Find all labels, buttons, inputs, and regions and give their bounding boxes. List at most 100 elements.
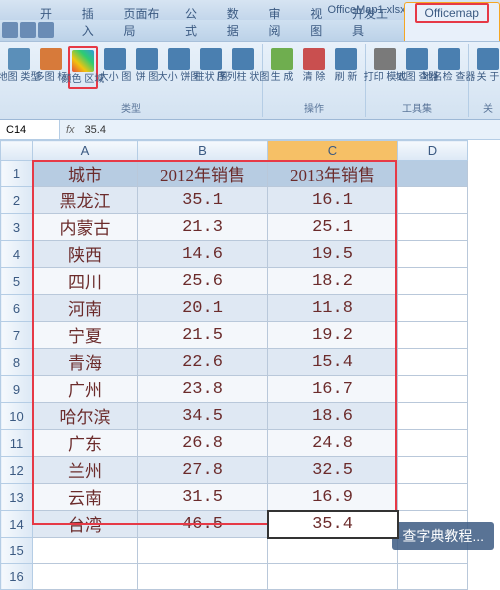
formula-value[interactable]: 35.4 [81, 124, 110, 136]
qat-redo-icon[interactable] [38, 22, 54, 38]
cell[interactable]: 云南 [33, 484, 138, 511]
cell[interactable]: 25.1 [268, 214, 398, 241]
cell[interactable]: 黑龙江 [33, 187, 138, 214]
column-header[interactable]: D [398, 141, 468, 161]
tab-开发工具[interactable]: 开发工具 [342, 2, 402, 41]
column-header[interactable]: A [33, 141, 138, 161]
column-header[interactable] [1, 141, 33, 161]
cell[interactable] [268, 564, 398, 590]
ribbon-button[interactable]: 大小 饼图 [164, 46, 194, 85]
tab-视图[interactable]: 视图 [300, 2, 340, 41]
row-header[interactable]: 7 [1, 322, 33, 349]
cell[interactable]: 27.8 [138, 457, 268, 484]
cell[interactable]: 23.8 [138, 376, 268, 403]
cell[interactable] [138, 538, 268, 564]
row-header[interactable]: 6 [1, 295, 33, 322]
cell[interactable]: 21.3 [138, 214, 268, 241]
cell[interactable]: 11.8 [268, 295, 398, 322]
cell[interactable] [398, 484, 468, 511]
row-header[interactable]: 3 [1, 214, 33, 241]
cell[interactable]: 青海 [33, 349, 138, 376]
cell[interactable]: 四川 [33, 268, 138, 295]
tab-审阅[interactable]: 审阅 [259, 2, 299, 41]
cell[interactable]: 22.6 [138, 349, 268, 376]
cell[interactable]: 广东 [33, 430, 138, 457]
cell[interactable]: 31.5 [138, 484, 268, 511]
fx-icon[interactable]: fx [60, 124, 81, 136]
row-header[interactable]: 4 [1, 241, 33, 268]
cell[interactable] [138, 564, 268, 590]
cell[interactable]: 46.5 [138, 511, 268, 538]
cell[interactable] [268, 538, 398, 564]
ribbon-button[interactable]: 大小 图 [100, 46, 130, 85]
cell[interactable]: 河南 [33, 295, 138, 322]
ribbon-button[interactable]: 关 于 [473, 46, 500, 85]
row-header[interactable]: 2 [1, 187, 33, 214]
cell[interactable] [398, 268, 468, 295]
tab-Officemap[interactable]: Officemap [404, 2, 500, 41]
cell[interactable]: 16.7 [268, 376, 398, 403]
cell[interactable]: 25.6 [138, 268, 268, 295]
cell[interactable]: 14.6 [138, 241, 268, 268]
cell[interactable]: 19.2 [268, 322, 398, 349]
cell[interactable]: 19.5 [268, 241, 398, 268]
ribbon-button[interactable]: 序列柱 状图 [228, 46, 258, 85]
cell[interactable]: 兰州 [33, 457, 138, 484]
cell[interactable]: 15.4 [268, 349, 398, 376]
cell[interactable] [398, 349, 468, 376]
ribbon-button[interactable]: 刷 新 [331, 46, 361, 85]
cell[interactable]: 宁夏 [33, 322, 138, 349]
cell[interactable]: 35.4 [268, 511, 398, 538]
cell[interactable]: 城市 [33, 161, 138, 187]
cell[interactable]: 16.1 [268, 187, 398, 214]
cell[interactable] [398, 214, 468, 241]
cell[interactable] [398, 457, 468, 484]
cell[interactable] [398, 322, 468, 349]
row-header[interactable]: 15 [1, 538, 33, 564]
row-header[interactable]: 12 [1, 457, 33, 484]
row-header[interactable]: 14 [1, 511, 33, 538]
row-header[interactable]: 1 [1, 161, 33, 187]
tab-公式[interactable]: 公式 [175, 2, 215, 41]
tab-数据[interactable]: 数据 [217, 2, 257, 41]
cell[interactable]: 哈尔滨 [33, 403, 138, 430]
cell[interactable] [398, 241, 468, 268]
cell[interactable]: 18.2 [268, 268, 398, 295]
cell[interactable]: 18.6 [268, 403, 398, 430]
qat-save-icon[interactable] [2, 22, 18, 38]
ribbon-button[interactable]: 清 除 [299, 46, 329, 85]
row-header[interactable]: 10 [1, 403, 33, 430]
cell[interactable] [398, 187, 468, 214]
cell[interactable]: 21.5 [138, 322, 268, 349]
cell[interactable] [33, 564, 138, 590]
row-header[interactable]: 11 [1, 430, 33, 457]
cell[interactable]: 广州 [33, 376, 138, 403]
cell[interactable] [398, 564, 468, 590]
cell[interactable]: 16.9 [268, 484, 398, 511]
row-header[interactable]: 8 [1, 349, 33, 376]
row-header[interactable]: 13 [1, 484, 33, 511]
ribbon-button[interactable]: 颜色 区域 [68, 46, 98, 89]
qat-undo-icon[interactable] [20, 22, 36, 38]
cell[interactable]: 32.5 [268, 457, 398, 484]
name-box[interactable]: C14 [0, 120, 60, 139]
ribbon-button[interactable]: 生 成 [267, 46, 297, 85]
cell[interactable] [33, 538, 138, 564]
cell[interactable] [398, 295, 468, 322]
cell[interactable] [398, 376, 468, 403]
ribbon-button[interactable]: 地图 类型 [4, 46, 34, 85]
row-header[interactable]: 16 [1, 564, 33, 590]
cell[interactable] [398, 403, 468, 430]
cell[interactable]: 24.8 [268, 430, 398, 457]
cell[interactable]: 2013年销售 [268, 161, 398, 187]
row-header[interactable]: 5 [1, 268, 33, 295]
cell[interactable]: 26.8 [138, 430, 268, 457]
cell[interactable]: 20.1 [138, 295, 268, 322]
cell[interactable]: 34.5 [138, 403, 268, 430]
cell[interactable] [398, 161, 468, 187]
cell[interactable]: 台湾 [33, 511, 138, 538]
tab-页面布局[interactable]: 页面布局 [114, 2, 174, 41]
cell[interactable]: 35.1 [138, 187, 268, 214]
tab-插入[interactable]: 插入 [72, 2, 112, 41]
row-header[interactable]: 9 [1, 376, 33, 403]
